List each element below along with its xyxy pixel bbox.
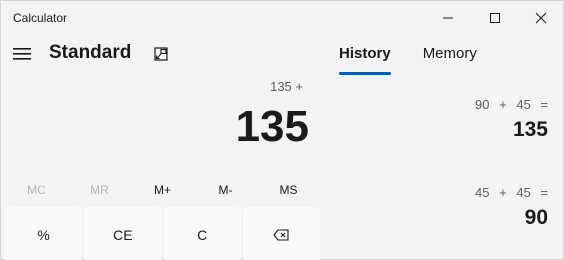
memory-subtract-button[interactable]: M- [194,177,257,203]
backspace-button[interactable] [242,207,320,260]
history-item[interactable]: 45 + 45 = 90 [475,185,548,230]
backspace-icon [273,229,289,241]
memory-add-button[interactable]: M+ [131,177,194,203]
keep-on-top-button[interactable] [150,43,172,65]
minimize-icon [443,17,453,19]
memory-store-button[interactable]: MS [257,177,320,203]
clear-button[interactable]: C [163,207,241,260]
app-title: Calculator [13,11,68,25]
maximize-icon [490,13,500,23]
memory-row: MC MR M+ M- MS [5,177,320,203]
close-button[interactable] [518,1,564,35]
panel-tabs: History Memory [339,45,477,75]
result-display: 135 [235,102,309,151]
maximize-button[interactable] [472,1,518,35]
tab-history[interactable]: History [339,45,391,75]
tab-memory[interactable]: Memory [423,45,477,73]
title-bar: Calculator [1,1,563,37]
minimize-button[interactable] [425,1,471,35]
tab-memory-label: Memory [422,45,477,62]
tab-history-label: History [339,45,391,62]
history-item[interactable]: 90 + 45 = 135 [475,97,548,142]
history-result: 135 [512,118,548,141]
keep-on-top-icon [154,47,168,61]
mode-title: Standard [49,42,132,63]
memory-recall-button[interactable]: MR [68,177,131,203]
hamburger-icon [13,48,31,60]
history-expression: 90 + 45 = [475,97,548,112]
history-result: 90 [524,206,548,229]
history-expression: 45 + 45 = [475,185,548,200]
navigation-menu-button[interactable] [9,42,35,66]
close-icon [535,12,547,24]
calculator-window: Calculator Standard 135 + 135 MC MR M+ M… [0,0,564,260]
percent-button[interactable]: % [5,207,83,260]
keypad: % CE C [5,207,320,260]
active-tab-indicator [339,72,391,75]
memory-clear-button[interactable]: MC [5,177,68,203]
expression-display: 135 + [270,79,303,94]
clear-entry-button[interactable]: CE [84,207,162,260]
